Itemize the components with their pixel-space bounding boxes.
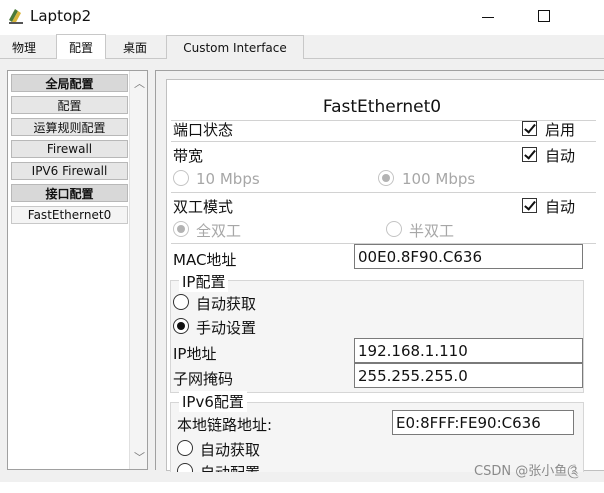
divider bbox=[171, 192, 596, 193]
port-status-label: 端口状态 bbox=[173, 121, 234, 139]
duplex-full-label: 全双工 bbox=[196, 222, 242, 240]
ip-address-label: IP地址 bbox=[173, 345, 217, 363]
title-bar: Laptop2 bbox=[0, 0, 604, 33]
ip-address-field[interactable]: 192.168.1.110 bbox=[354, 338, 583, 363]
sidebar-item-fastethernet0[interactable]: FastEthernet0 bbox=[11, 206, 128, 224]
duplex-auto-checkbox[interactable] bbox=[522, 198, 537, 213]
tab-desktop[interactable]: 桌面 bbox=[110, 35, 160, 59]
tab-bar: 物理 配置 桌面 Custom Interface bbox=[0, 34, 604, 59]
sidebar-item-ipv6-firewall[interactable]: IPV6 Firewall bbox=[11, 162, 128, 180]
subnet-mask-field[interactable]: 255.255.255.0 bbox=[354, 363, 583, 388]
ip-static-label: 手动设置 bbox=[196, 319, 257, 337]
duplex-full-radio[interactable] bbox=[173, 221, 189, 237]
watermark: CSDN @张小鱼༊ bbox=[474, 464, 579, 479]
scroll-up-icon[interactable]: ︿ bbox=[134, 75, 145, 91]
bandwidth-auto-checkbox[interactable] bbox=[522, 147, 537, 162]
duplex-auto-label: 自动 bbox=[545, 198, 576, 216]
maximize-button[interactable] bbox=[521, 2, 567, 30]
mac-label: MAC地址 bbox=[173, 251, 237, 269]
duplex-label: 双工模式 bbox=[173, 198, 234, 216]
minimize-button[interactable] bbox=[465, 2, 511, 30]
minimize-icon bbox=[482, 16, 494, 18]
ip-dhcp-label: 自动获取 bbox=[196, 295, 257, 313]
ip-config-title: IP配置 bbox=[179, 271, 229, 292]
interface-form: FastEthernet0 端口状态 启用 带宽 自动 10 Mbps 100 … bbox=[166, 79, 604, 472]
bandwidth-10-label: 10 Mbps bbox=[196, 170, 260, 188]
duplex-half-radio[interactable] bbox=[386, 221, 402, 237]
ip-dhcp-radio[interactable] bbox=[173, 294, 189, 310]
sidebar-item-settings[interactable]: 配置 bbox=[11, 96, 128, 114]
maximize-icon bbox=[538, 10, 550, 22]
port-status-check-label: 启用 bbox=[545, 121, 576, 139]
link-local-value: E0:8FFF:FE90:C636 bbox=[396, 414, 541, 432]
bandwidth-auto-label: 自动 bbox=[545, 147, 576, 165]
sidebar-item-firewall[interactable]: Firewall bbox=[11, 140, 128, 158]
bandwidth-100-label: 100 Mbps bbox=[402, 170, 476, 188]
sidebar-header-global[interactable]: 全局配置 bbox=[11, 74, 128, 92]
sidebar-header-interface[interactable]: 接口配置 bbox=[11, 184, 128, 202]
ipv6-config-title: IPv6配置 bbox=[179, 391, 247, 412]
link-local-field[interactable]: E0:8FFF:FE90:C636 bbox=[392, 410, 574, 435]
tab-config[interactable]: 配置 bbox=[56, 34, 106, 59]
sidebar-scrollbar[interactable]: ︿ ﹀ bbox=[129, 71, 147, 469]
panel-title: FastEthernet0 bbox=[322, 97, 442, 117]
link-local-label: 本地链路地址: bbox=[177, 416, 273, 434]
bandwidth-100-radio[interactable] bbox=[378, 170, 394, 186]
tab-custom-interface[interactable]: Custom Interface bbox=[166, 35, 304, 59]
window-title: Laptop2 bbox=[30, 7, 92, 25]
bandwidth-label: 带宽 bbox=[173, 147, 204, 165]
sidebar-item-algorithm-settings[interactable]: 运算规则配置 bbox=[11, 118, 128, 136]
tab-physical[interactable]: 物理 bbox=[0, 35, 48, 59]
port-status-checkbox[interactable] bbox=[522, 121, 537, 136]
ip-static-radio[interactable] bbox=[173, 318, 189, 334]
ipv6-manual-label: 自动配置 bbox=[200, 462, 260, 472]
sidebar: 全局配置 配置 运算规则配置 Firewall IPV6 Firewall 接口… bbox=[7, 70, 148, 470]
bandwidth-10-radio[interactable] bbox=[173, 170, 189, 186]
ipv6-manual-radio[interactable] bbox=[177, 463, 193, 472]
divider bbox=[171, 141, 596, 142]
duplex-half-label: 半双工 bbox=[409, 222, 455, 240]
laptop-app-icon bbox=[9, 9, 23, 24]
subnet-mask-label: 子网掩码 bbox=[173, 370, 234, 388]
ipv6-auto-label: 自动获取 bbox=[200, 441, 261, 459]
ipv6-auto-radio[interactable] bbox=[177, 440, 193, 456]
scroll-down-icon[interactable]: ﹀ bbox=[134, 449, 145, 465]
mac-field[interactable]: 00E0.8F90.C636 bbox=[354, 244, 583, 269]
interface-panel: FastEthernet0 端口状态 启用 带宽 自动 10 Mbps 100 … bbox=[155, 70, 604, 472]
